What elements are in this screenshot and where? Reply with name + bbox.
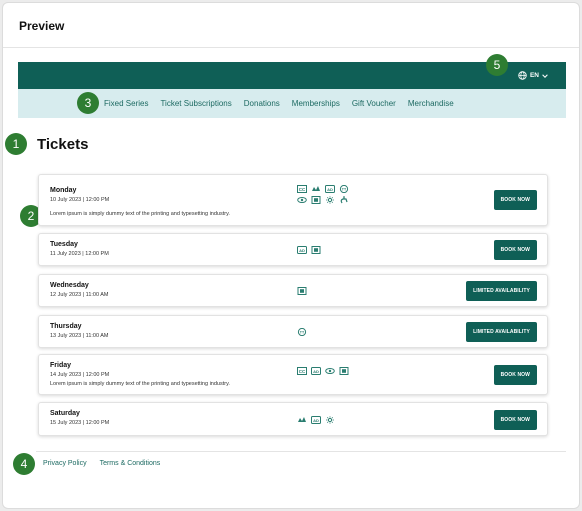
svg-text:TT: TT xyxy=(342,188,347,192)
sign-language-icon xyxy=(311,185,321,193)
tt-icon: TT xyxy=(339,185,349,193)
privacy-policy-link[interactable]: Privacy Policy xyxy=(43,460,87,467)
chevron-down-icon xyxy=(542,73,548,78)
ticket-day: Thursday xyxy=(50,323,82,330)
ticket-day: Wednesday xyxy=(50,282,89,289)
relaxed-icon xyxy=(325,196,335,204)
nav-item-ticket-subscriptions[interactable]: Ticket Subscriptions xyxy=(160,99,231,108)
svg-text:CC: CC xyxy=(299,369,306,374)
nav-item-fixed-series[interactable]: Fixed Series xyxy=(104,99,148,108)
wheelchair-icon xyxy=(339,196,349,204)
ticket-day: Saturday xyxy=(50,410,80,417)
terms-conditions-link[interactable]: Terms & Conditions xyxy=(100,460,161,467)
panel-divider xyxy=(3,47,579,48)
globe-icon xyxy=(518,71,527,80)
nav-item-memberships[interactable]: Memberships xyxy=(292,99,340,108)
svg-text:CC: CC xyxy=(299,187,306,192)
svg-text:AD: AD xyxy=(299,248,305,253)
audio-description-icon: AD xyxy=(325,185,335,193)
book-now-button[interactable]: BOOK NOW xyxy=(493,240,537,260)
ticket-date: 10 July 2023 | 12:00 PM xyxy=(50,197,110,203)
svg-text:TT: TT xyxy=(300,331,305,335)
cc-icon: CC xyxy=(297,367,307,375)
site-header: EN xyxy=(18,62,566,89)
audio-description-icon: AD xyxy=(311,367,321,375)
language-selector[interactable]: EN xyxy=(518,71,548,80)
ticket-date: 14 July 2023 | 12:00 PM xyxy=(50,372,110,378)
ticket-description: Lorem ipsum is simply dummy text of the … xyxy=(50,381,230,387)
ticket-date: 13 July 2023 | 11:00 AM xyxy=(50,333,109,339)
footer-divider xyxy=(36,451,566,452)
nav-item-donations[interactable]: Donations xyxy=(244,99,280,108)
ticket-card: Friday 14 July 2023 | 12:00 PM Lorem ips… xyxy=(38,354,548,395)
limited-availability-button[interactable]: LIMITED AVAILABILITY xyxy=(466,322,537,342)
sign-language-icon xyxy=(297,416,307,424)
nav-item-gift-voucher[interactable]: Gift Voucher xyxy=(352,99,396,108)
step-badge-4: 4 xyxy=(13,453,35,475)
step-badge-1: 1 xyxy=(5,133,27,155)
book-now-button[interactable]: BOOK NOW xyxy=(493,365,537,385)
svg-text:AD: AD xyxy=(313,369,319,374)
book-now-button[interactable]: BOOK NOW xyxy=(493,410,537,430)
language-label: EN xyxy=(529,72,539,79)
book-now-button[interactable]: BOOK NOW xyxy=(493,190,537,210)
step-badge-3: 3 xyxy=(77,92,99,114)
ticket-card: Saturday 15 July 2023 | 12:00 PM AD BOOK… xyxy=(38,402,548,436)
eye-icon xyxy=(325,367,335,375)
ticket-date: 11 July 2023 | 12:00 PM xyxy=(50,251,109,257)
ticket-date: 15 July 2023 | 12:00 PM xyxy=(50,420,110,426)
ticket-day: Tuesday xyxy=(50,241,78,248)
audio-description-icon: AD xyxy=(311,416,321,424)
qr-icon xyxy=(339,367,349,375)
nav-item-merchandise[interactable]: Merchandise xyxy=(408,99,454,108)
cc-icon: CC xyxy=(297,185,307,193)
ticket-date: 12 July 2023 | 11:00 AM xyxy=(50,292,109,298)
ticket-day: Monday xyxy=(50,187,77,194)
qr-icon xyxy=(297,287,307,295)
qr-icon xyxy=(311,246,321,254)
qr-icon xyxy=(311,196,321,204)
footer: Privacy Policy Terms & Conditions xyxy=(43,460,160,467)
eye-icon xyxy=(297,196,307,204)
ticket-description: Lorem ipsum is simply dummy text of the … xyxy=(50,211,230,217)
step-badge-5: 5 xyxy=(486,54,508,76)
limited-availability-button[interactable]: LIMITED AVAILABILITY xyxy=(466,281,537,301)
audio-description-icon: AD xyxy=(297,246,307,254)
sub-navigation: Fixed Series Ticket Subscriptions Donati… xyxy=(18,89,566,118)
page-title: Tickets xyxy=(37,136,89,153)
relaxed-icon xyxy=(325,416,335,424)
svg-text:AD: AD xyxy=(313,418,319,423)
ticket-day: Friday xyxy=(50,362,72,369)
ticket-card: Tuesday 11 July 2023 | 12:00 PM AD BOOK … xyxy=(38,233,548,266)
tt-icon: TT xyxy=(297,328,307,336)
svg-text:AD: AD xyxy=(327,187,333,192)
ticket-card: Monday 10 July 2023 | 12:00 PM Lorem ips… xyxy=(38,174,548,226)
ticket-card: Thursday 13 July 2023 | 11:00 AM TT LIMI… xyxy=(38,315,548,348)
ticket-card: Wednesday 12 July 2023 | 11:00 AM LIMITE… xyxy=(38,274,548,307)
panel-title: Preview xyxy=(19,19,65,33)
